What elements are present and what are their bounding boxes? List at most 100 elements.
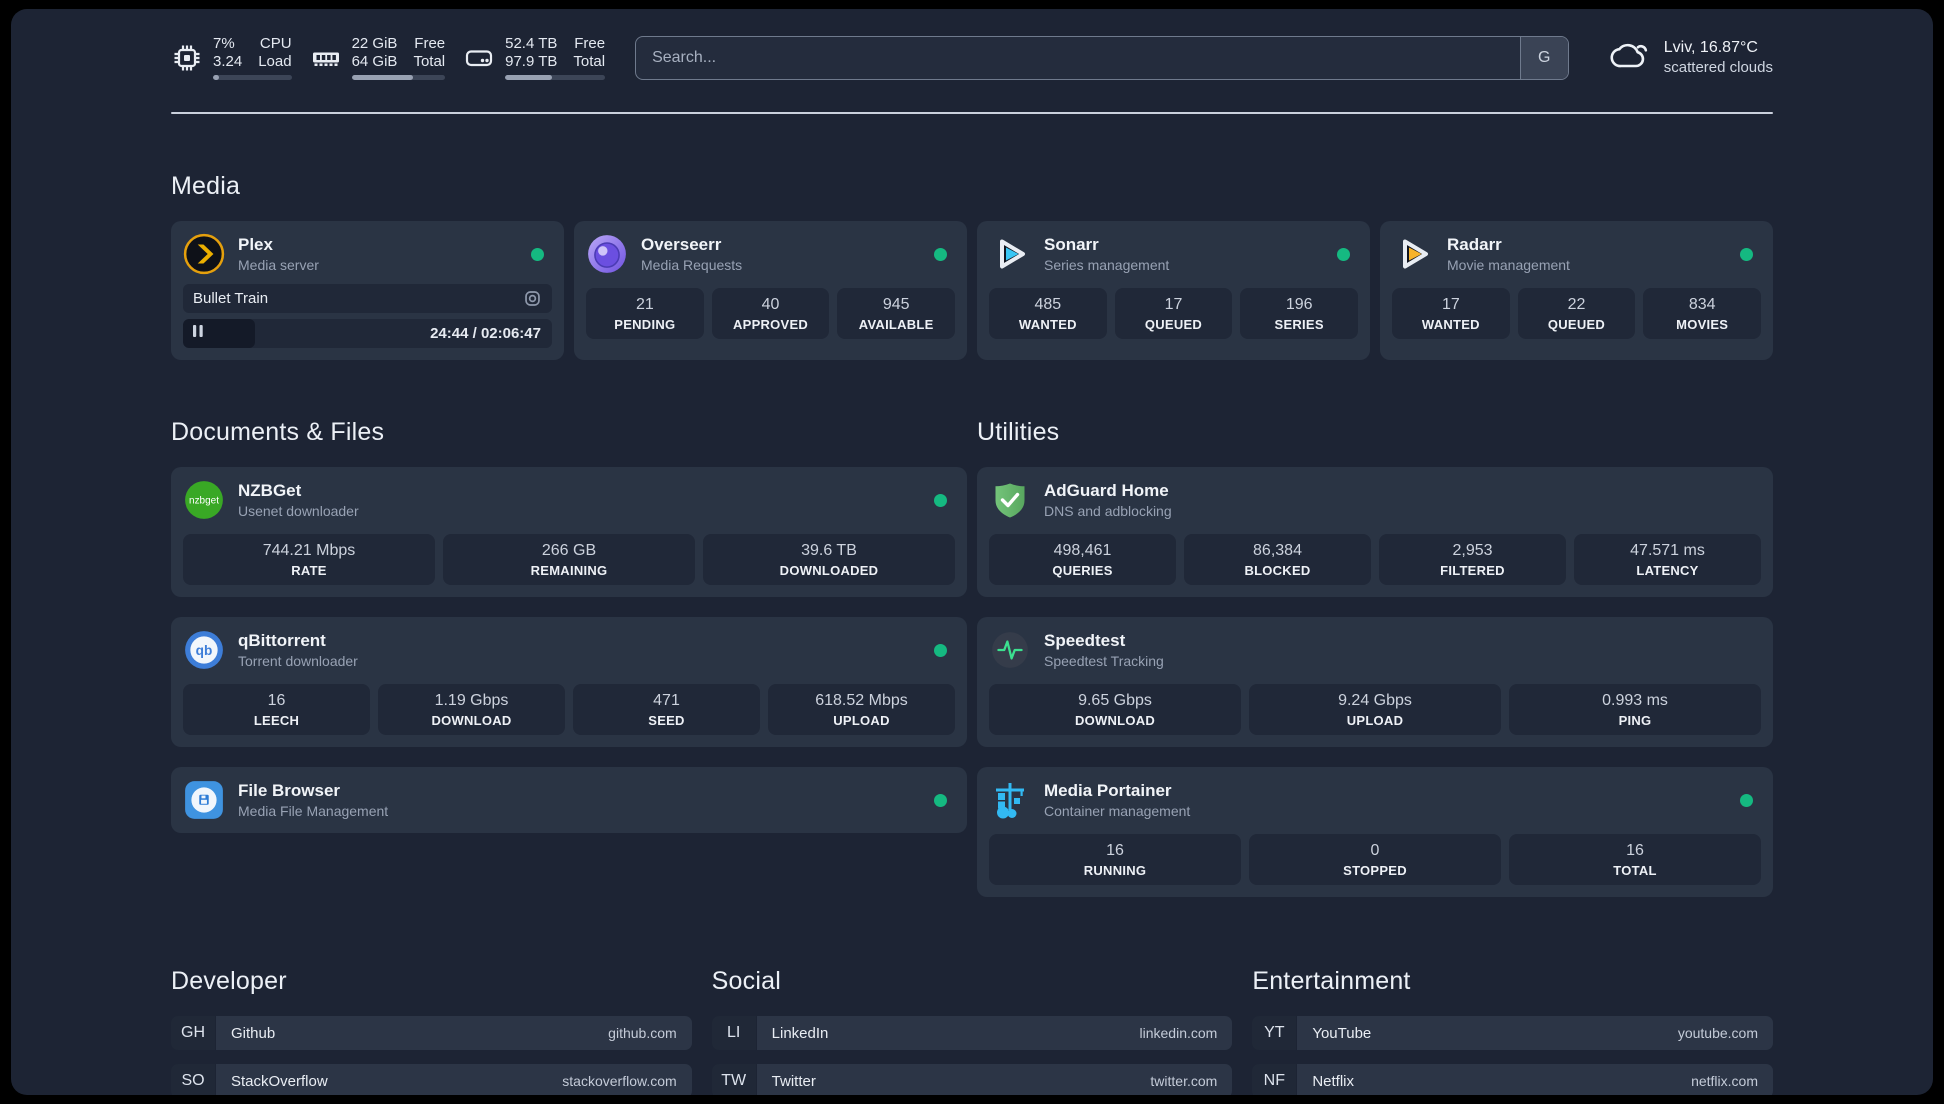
bookmark-name: Github bbox=[231, 1024, 276, 1042]
app-card-filebrowser[interactable]: File Browser Media File Management bbox=[171, 767, 967, 833]
stat-movies: 834 MOVIES bbox=[1643, 288, 1762, 339]
section-title-entertainment: Entertainment bbox=[1252, 967, 1411, 995]
bookmark-abbr: NF bbox=[1252, 1064, 1297, 1095]
bookmark-url: youtube.com bbox=[1677, 1025, 1758, 1041]
bookmark-url: stackoverflow.com bbox=[562, 1073, 677, 1089]
stat-upload: 618.52 Mbps UPLOAD bbox=[768, 684, 955, 735]
bookmark-github[interactable]: GH Github github.com bbox=[171, 1016, 692, 1050]
app-card-qbittorrent[interactable]: qb qBittorrent Torrent downloader 16 LEE… bbox=[171, 617, 967, 747]
status-online-dot bbox=[934, 643, 947, 657]
bookmark-netflix[interactable]: NF Netflix netflix.com bbox=[1252, 1064, 1773, 1095]
bookmark-abbr: YT bbox=[1252, 1016, 1297, 1050]
app-name: Radarr bbox=[1447, 235, 1502, 254]
cloud-icon bbox=[1607, 35, 1651, 80]
session-camera-icon[interactable] bbox=[523, 289, 542, 308]
storage-total-value: 97.9 TB bbox=[505, 53, 558, 70]
cpu-stat: 7% CPU 3.24 Load bbox=[171, 35, 292, 80]
bookmark-linkedin[interactable]: LI LinkedIn linkedin.com bbox=[711, 1016, 1233, 1050]
svg-text:qb: qb bbox=[196, 643, 213, 658]
bookmark-youtube[interactable]: YT YouTube youtube.com bbox=[1252, 1016, 1773, 1050]
header-divider bbox=[171, 112, 1773, 114]
app-subtitle: Media server bbox=[238, 257, 319, 273]
stat-remaining: 266 GB REMAINING bbox=[443, 534, 695, 585]
app-card-sonarr[interactable]: Sonarr Series management 485 WANTED 17 Q… bbox=[977, 221, 1370, 360]
search-engine-button[interactable]: G bbox=[1519, 36, 1568, 79]
stat-rate: 744.21 Mbps RATE bbox=[183, 534, 435, 585]
cpu-label: CPU bbox=[259, 35, 292, 52]
section-title-social: Social bbox=[711, 967, 781, 995]
stat-wanted: 485 WANTED bbox=[989, 288, 1107, 339]
bookmark-name: StackOverflow bbox=[231, 1072, 328, 1090]
bookmark-abbr: TW bbox=[711, 1064, 756, 1095]
cpu-load-label: Load bbox=[258, 53, 292, 70]
cpu-progress-bar bbox=[213, 75, 292, 80]
memory-total-value: 64 GiB bbox=[351, 53, 398, 70]
bookmark-name: YouTube bbox=[1312, 1024, 1372, 1042]
svg-text:nzbget: nzbget bbox=[189, 496, 219, 507]
storage-free-label: Free bbox=[574, 35, 606, 52]
app-card-radarr[interactable]: Radarr Movie management 17 WANTED 22 QUE… bbox=[1380, 221, 1773, 360]
app-name: AdGuard Home bbox=[1044, 481, 1169, 500]
cpu-icon bbox=[171, 42, 203, 74]
weather-widget: Lviv, 16.87°C scattered clouds bbox=[1607, 35, 1773, 80]
section-documents: Documents & Files nzbget NZBGet Usenet d… bbox=[171, 360, 967, 833]
storage-progress-bar bbox=[505, 75, 606, 80]
storage-free-value: 52.4 TB bbox=[505, 35, 558, 52]
app-card-portainer[interactable]: Media Portainer Container management 16 … bbox=[977, 767, 1773, 897]
disk-icon bbox=[463, 42, 495, 74]
now-playing-row: Bullet Train bbox=[183, 284, 552, 313]
stat-stopped: 0 STOPPED bbox=[1249, 834, 1501, 885]
bookmark-url: twitter.com bbox=[1150, 1073, 1218, 1089]
stat-queued: 22 QUEUED bbox=[1517, 288, 1636, 339]
search-bar: G bbox=[635, 35, 1569, 80]
app-subtitle: Series management bbox=[1044, 257, 1170, 273]
filebrowser-icon bbox=[183, 779, 225, 821]
app-subtitle: Speedtest Tracking bbox=[1044, 653, 1164, 669]
app-card-speedtest[interactable]: Speedtest Speedtest Tracking 9.65 Gbps D… bbox=[977, 617, 1773, 747]
stat-downloaded: 39.6 TB DOWNLOADED bbox=[703, 534, 955, 585]
storage-total-label: Total bbox=[573, 53, 606, 70]
bookmark-twitter[interactable]: TW Twitter twitter.com bbox=[711, 1064, 1233, 1095]
ram-icon bbox=[310, 42, 342, 74]
bookmark-stackoverflow[interactable]: SO StackOverflow stackoverflow.com bbox=[171, 1064, 692, 1095]
section-developer: Developer GH Github github.com SO StackO… bbox=[171, 967, 692, 1095]
stat-series: 196 SERIES bbox=[1240, 288, 1359, 339]
stat-approved: 40 APPROVED bbox=[711, 288, 830, 339]
app-card-overseerr[interactable]: Overseerr Media Requests 21 PENDING 40 A… bbox=[574, 221, 967, 360]
app-card-nzbget[interactable]: nzbget NZBGet Usenet downloader 744.21 M… bbox=[171, 467, 967, 597]
bookmark-name: Twitter bbox=[771, 1072, 816, 1090]
stat-pending: 21 PENDING bbox=[586, 288, 704, 339]
app-name: NZBGet bbox=[238, 481, 302, 500]
memory-free-label: Free bbox=[414, 35, 446, 52]
app-card-adguard[interactable]: AdGuard Home DNS and adblocking 498,461 … bbox=[977, 467, 1773, 597]
memory-total-label: Total bbox=[413, 53, 446, 70]
section-entertainment: Entertainment YT YouTube youtube.com NF … bbox=[1252, 967, 1773, 1095]
app-name: Overseerr bbox=[641, 235, 722, 254]
status-online-dot bbox=[1337, 247, 1350, 261]
stat-ping: 0.993 ms PING bbox=[1509, 684, 1761, 735]
playback-progress-fill bbox=[183, 319, 255, 348]
stat-upload: 9.24 Gbps UPLOAD bbox=[1249, 684, 1501, 735]
stat-blocked: 86,384 BLOCKED bbox=[1184, 534, 1371, 585]
bookmark-abbr: SO bbox=[171, 1064, 215, 1095]
bookmark-name: Netflix bbox=[1312, 1072, 1355, 1090]
sonarr-icon bbox=[989, 233, 1031, 275]
middle-grid: Documents & Files nzbget NZBGet Usenet d… bbox=[171, 360, 1773, 897]
portainer-icon bbox=[989, 779, 1031, 821]
system-stats: 7% CPU 3.24 Load 22 GiB Free 64 GiB Tota… bbox=[171, 35, 606, 80]
app-name: Plex bbox=[238, 235, 273, 254]
now-playing-title: Bullet Train bbox=[193, 290, 269, 307]
playback-time: 24:44 / 02:06:47 bbox=[430, 325, 541, 342]
stat-download: 1.19 Gbps DOWNLOAD bbox=[378, 684, 565, 735]
status-online-dot bbox=[934, 493, 947, 507]
stat-filtered: 2,953 FILTERED bbox=[1379, 534, 1566, 585]
app-subtitle: DNS and adblocking bbox=[1044, 503, 1172, 519]
search-input[interactable] bbox=[636, 36, 1520, 79]
stat-leech: 16 LEECH bbox=[183, 684, 370, 735]
app-card-plex[interactable]: Plex Media server Bullet Train 24:44 / 0… bbox=[171, 221, 564, 360]
stat-latency: 47.571 ms LATENCY bbox=[1574, 534, 1761, 585]
section-title-documents: Documents & Files bbox=[171, 418, 385, 446]
app-subtitle: Media File Management bbox=[238, 803, 389, 819]
app-subtitle: Usenet downloader bbox=[238, 503, 359, 519]
weather-location-temp: Lviv, 16.87°C bbox=[1663, 39, 1758, 56]
